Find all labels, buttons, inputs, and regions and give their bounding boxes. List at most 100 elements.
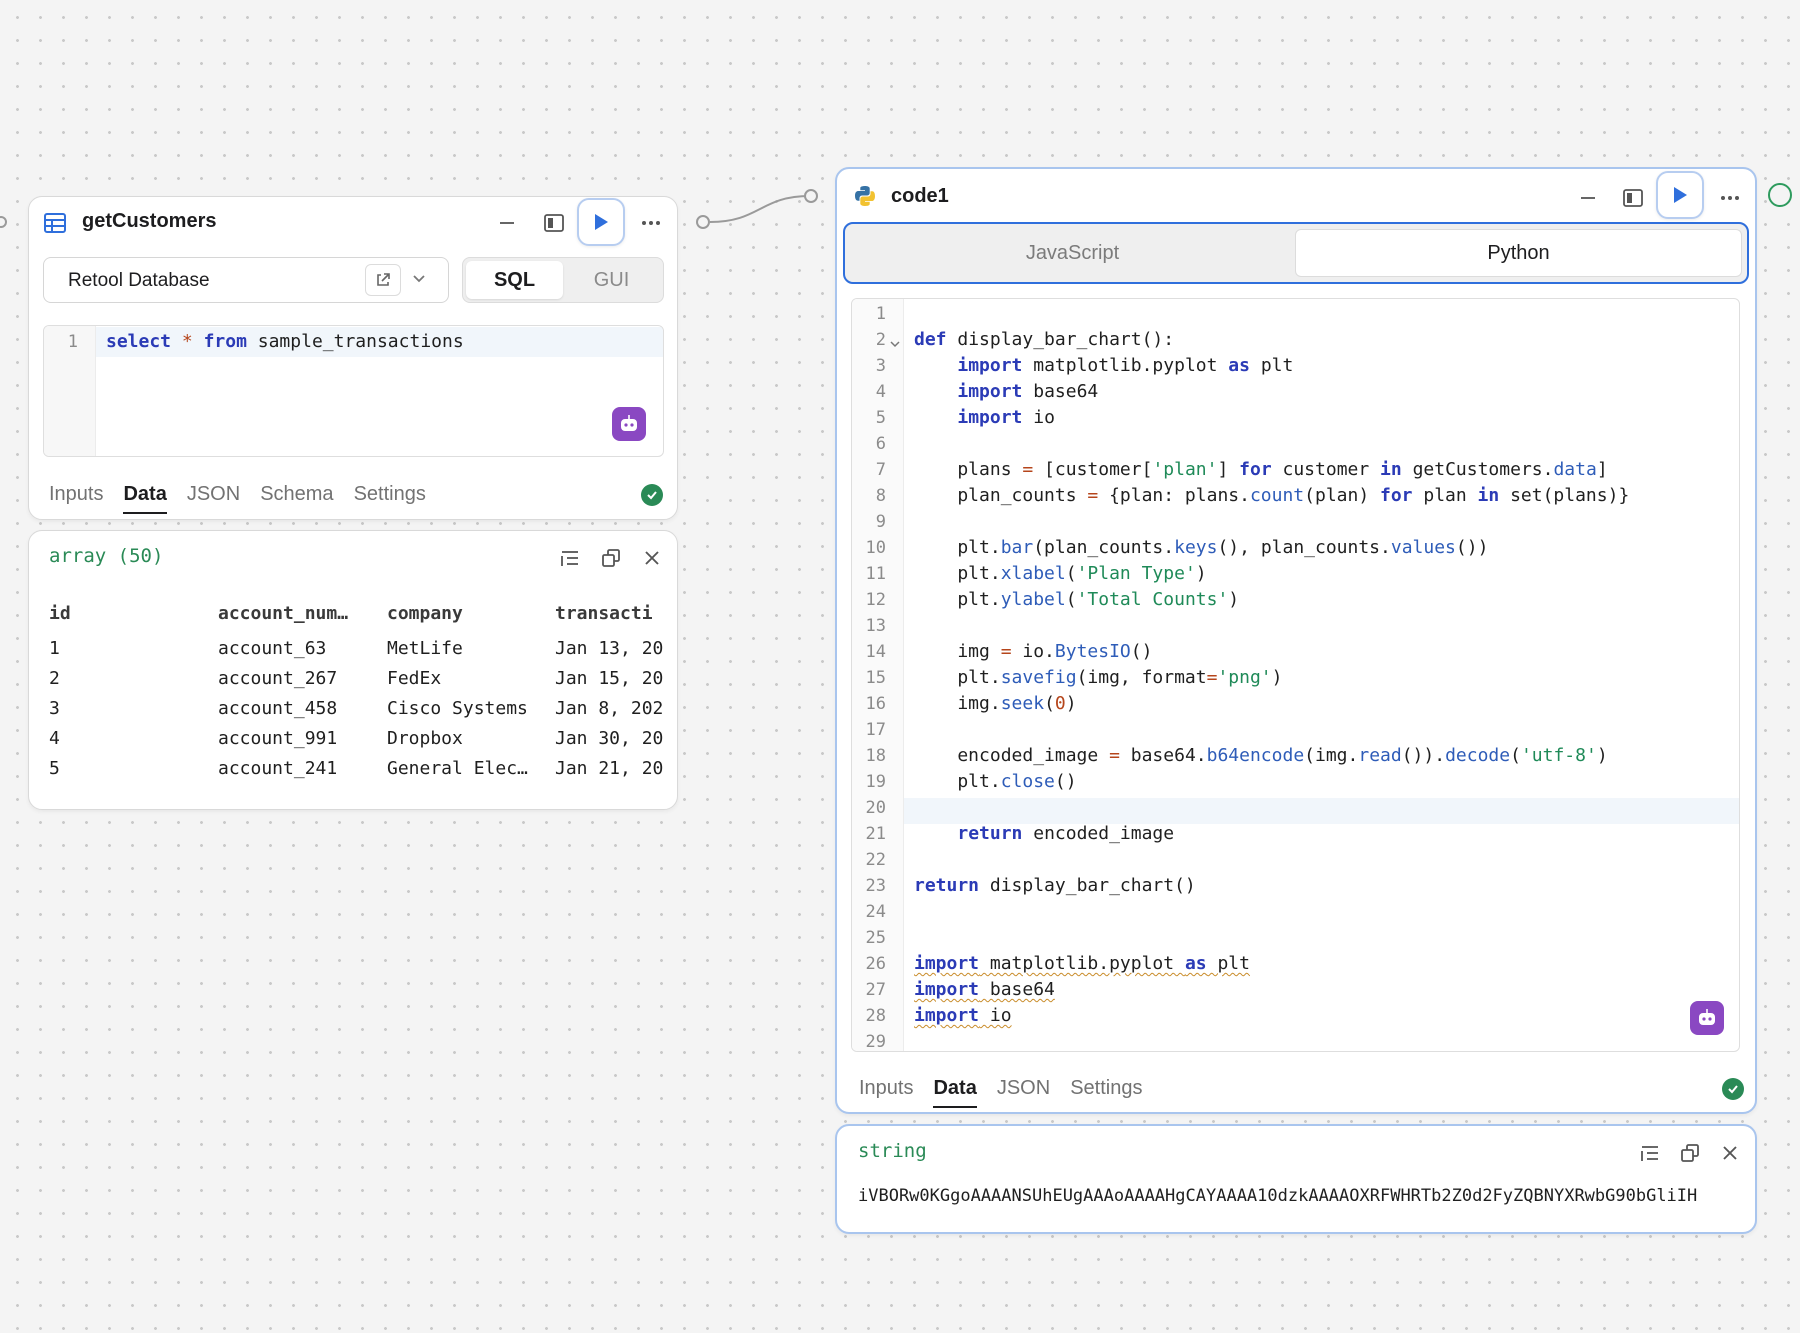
table-header-row: id account_num… company transacti <box>49 593 665 633</box>
table-cell: MetLife <box>387 637 463 659</box>
sql-code-line[interactable]: select * from sample_transactions <box>106 331 464 352</box>
code-line[interactable]: import io <box>914 1005 1012 1026</box>
gui-mode-option[interactable]: GUI <box>563 261 660 299</box>
external-link-icon[interactable] <box>365 264 401 296</box>
query-title[interactable]: getCustomers <box>82 210 216 233</box>
tab-settings[interactable]: Settings <box>1070 1077 1142 1100</box>
line-number: 20 <box>865 798 886 818</box>
resource-label: Retool Database <box>68 270 210 291</box>
panel-toggle-button[interactable] <box>1620 185 1646 211</box>
code-line[interactable]: plans = [customer['plan'] for customer i… <box>914 459 1607 480</box>
code-line[interactable]: import base64 <box>914 381 1098 402</box>
column-header[interactable]: company <box>387 593 555 633</box>
code-line[interactable]: import matplotlib.pyplot as plt <box>914 355 1293 376</box>
code-title[interactable]: code1 <box>891 185 949 208</box>
tab-schema[interactable]: Schema <box>260 483 333 506</box>
tab-inputs[interactable]: Inputs <box>859 1077 913 1100</box>
success-check-icon <box>1722 1078 1744 1100</box>
code-line[interactable]: img.seek(0) <box>914 693 1076 714</box>
copy-icon[interactable] <box>598 545 624 571</box>
table-cell: 4 <box>49 727 60 749</box>
code-block-header: code1 <box>837 169 1755 221</box>
code-line[interactable]: plan_counts = {plan: plans.count(plan) f… <box>914 485 1629 506</box>
column-header[interactable]: transacti <box>555 593 665 633</box>
code-line[interactable]: plt.bar(plan_counts.keys(), plan_counts.… <box>914 537 1488 558</box>
table-row[interactable]: 3 account_458 Cisco Systems Jan 8, 202 <box>49 693 665 723</box>
chevron-down-icon[interactable] <box>412 272 426 291</box>
tab-inputs[interactable]: Inputs <box>49 483 103 506</box>
line-number: 24 <box>865 902 886 922</box>
table-row[interactable]: 2 account_267 FedEx Jan 15, 20 <box>49 663 665 693</box>
minimize-button[interactable] <box>494 210 520 236</box>
close-icon[interactable] <box>639 545 665 571</box>
table-cell: account_241 <box>218 757 338 779</box>
resource-select[interactable]: Retool Database <box>43 257 449 303</box>
tab-data[interactable]: Data <box>123 483 168 514</box>
minimize-button[interactable] <box>1575 185 1601 211</box>
line-number: 27 <box>865 980 886 1000</box>
line-number: 19 <box>865 772 886 792</box>
language-toggle[interactable]: JavaScript Python <box>843 222 1749 284</box>
close-icon[interactable] <box>1717 1140 1743 1166</box>
result-type-label: array (50) <box>49 545 164 567</box>
table-row[interactable]: 5 account_241 General Elec… Jan 21, 20 <box>49 753 665 783</box>
query-block: getCustomers Retool Database SQL GUI 1 s… <box>28 196 678 520</box>
sql-mode-option[interactable]: SQL <box>466 261 563 299</box>
output-status-dot[interactable] <box>1768 183 1792 207</box>
line-number: 6 <box>875 434 886 454</box>
tab-json[interactable]: JSON <box>997 1077 1050 1100</box>
tab-settings[interactable]: Settings <box>354 483 426 506</box>
copy-icon[interactable] <box>1677 1140 1703 1166</box>
code-line[interactable]: def display_bar_chart(): <box>914 329 1174 350</box>
line-number: 1 <box>67 332 78 352</box>
tab-data[interactable]: Data <box>933 1077 978 1108</box>
table-cell: account_63 <box>218 637 327 659</box>
python-editor[interactable]: 1 2 3 4 5 6 7 8 9 10 11 12 13 14 15 16 17 18 19 20 21 22 23 24 2… <box>851 298 1740 1052</box>
table-cell: 2 <box>49 667 60 689</box>
python-option[interactable]: Python <box>1295 229 1742 277</box>
more-options-button[interactable] <box>638 210 664 236</box>
table-row[interactable]: 4 account_991 Dropbox Jan 30, 20 <box>49 723 665 753</box>
code-line[interactable]: encoded_image = base64.b64encode(img.rea… <box>914 745 1607 766</box>
code-line[interactable]: plt.ylabel('Total Counts') <box>914 589 1239 610</box>
ai-assistant-icon[interactable] <box>1690 1001 1724 1035</box>
code-line[interactable]: import base64 <box>914 979 1055 1000</box>
code-line[interactable]: plt.xlabel('Plan Type') <box>914 563 1206 584</box>
table-cell: account_267 <box>218 667 338 689</box>
fold-chevron-icon[interactable] <box>890 336 900 354</box>
query-tabs: Inputs Data JSON Schema Settings <box>49 483 446 514</box>
column-header[interactable]: account_num… <box>218 593 387 633</box>
code-line[interactable]: img = io.BytesIO() <box>914 641 1152 662</box>
line-number: 29 <box>865 1032 886 1052</box>
column-header[interactable]: id <box>49 593 218 633</box>
line-number: 16 <box>865 694 886 714</box>
format-icon[interactable] <box>557 545 583 571</box>
tab-json[interactable]: JSON <box>187 483 240 506</box>
run-button[interactable] <box>577 198 625 246</box>
line-number: 3 <box>875 356 886 376</box>
sql-editor[interactable]: 1 select * from sample_transactions <box>43 325 664 457</box>
code-line[interactable]: import io <box>914 407 1055 428</box>
code-line[interactable]: import matplotlib.pyplot as plt <box>914 953 1250 974</box>
line-number: 18 <box>865 746 886 766</box>
result-string-value: iVBORw0KGgoAAAANSUhEUgAAAoAAAAHgCAYAAAA1… <box>858 1186 1698 1206</box>
table-row[interactable]: 1 account_63 MetLife Jan 13, 20 <box>49 633 665 663</box>
ai-assistant-icon[interactable] <box>612 407 646 441</box>
panel-toggle-button[interactable] <box>541 210 567 236</box>
more-options-button[interactable] <box>1717 185 1743 211</box>
table-cell: 1 <box>49 637 60 659</box>
table-cell: 3 <box>49 697 60 719</box>
table-cell: account_991 <box>218 727 338 749</box>
line-number: 28 <box>865 1006 886 1026</box>
code-line[interactable]: return encoded_image <box>914 823 1174 844</box>
line-number: 5 <box>875 408 886 428</box>
table-icon <box>43 211 67 240</box>
code-line[interactable]: plt.savefig(img, format='png') <box>914 667 1282 688</box>
line-number: 4 <box>875 382 886 402</box>
mode-toggle[interactable]: SQL GUI <box>462 257 664 303</box>
run-button[interactable] <box>1656 171 1704 219</box>
code-line[interactable]: return display_bar_chart() <box>914 875 1196 896</box>
code-line[interactable]: plt.close() <box>914 771 1076 792</box>
javascript-option[interactable]: JavaScript <box>850 229 1295 277</box>
format-icon[interactable] <box>1637 1140 1663 1166</box>
